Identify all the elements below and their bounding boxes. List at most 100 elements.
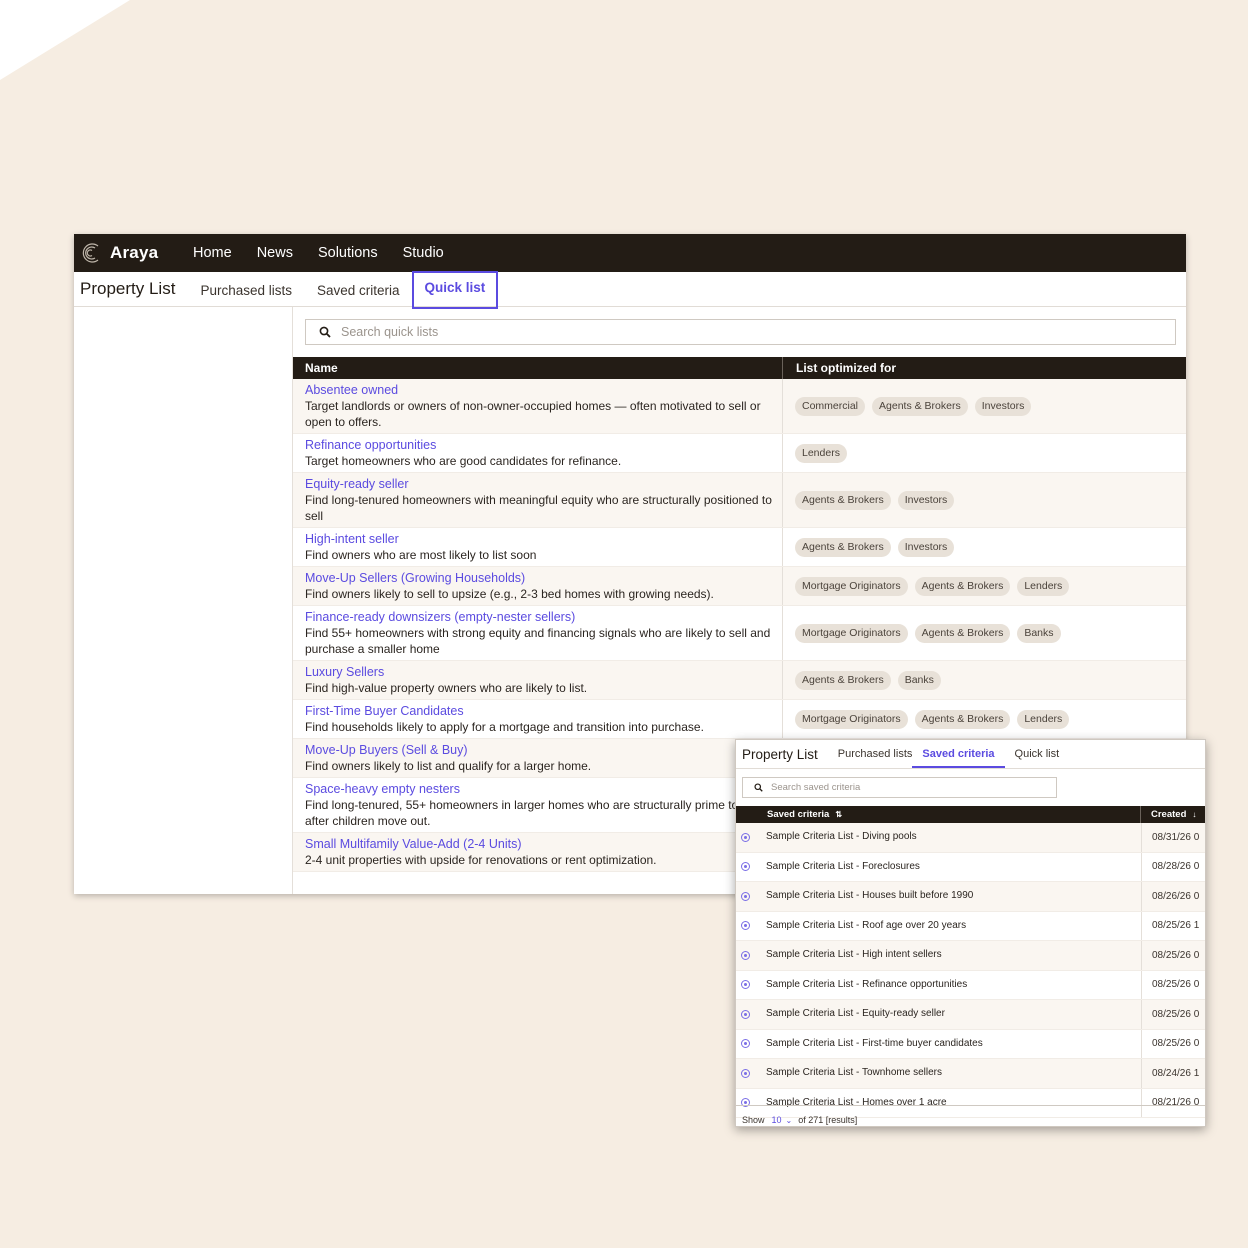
overlay-sub-navigation: Property List Purchased lists Saved crit… bbox=[736, 740, 1205, 769]
cell-tags: Agents & Brokers Investors bbox=[783, 537, 955, 557]
audience-tag: Agents & Brokers bbox=[795, 490, 891, 510]
araya-logo-icon bbox=[82, 243, 99, 263]
row-title-link[interactable]: Small Multifamily Value-Add (2-4 Units) bbox=[305, 837, 774, 852]
created-date: 08/24/26 1 bbox=[1152, 1067, 1200, 1079]
radio-icon[interactable] bbox=[741, 921, 750, 931]
table-row[interactable]: Sample Criteria List - First-time buyer … bbox=[736, 1029, 1205, 1059]
cell-tags: Commercial Agents & Brokers Investors bbox=[783, 396, 1032, 416]
row-title-link[interactable]: Refinance opportunities bbox=[305, 438, 774, 453]
radio-icon[interactable] bbox=[741, 980, 750, 990]
criteria-name[interactable]: Sample Criteria List - Equity-ready sell… bbox=[766, 1000, 1142, 1029]
row-description: Find owners who are most likely to list … bbox=[305, 548, 537, 562]
table-row[interactable]: Sample Criteria List - High intent selle… bbox=[736, 941, 1205, 971]
row-title-link[interactable]: Move-Up Sellers (Growing Households) bbox=[305, 571, 774, 586]
overlay-tab-saved-criteria[interactable]: Saved criteria bbox=[912, 748, 1005, 768]
audience-tag: Banks bbox=[1017, 623, 1061, 643]
created-date: 08/25/26 0 bbox=[1152, 949, 1200, 961]
column-header-saved-criteria-label: Saved criteria bbox=[767, 809, 830, 820]
radio-icon[interactable] bbox=[741, 1068, 750, 1078]
brand-logo[interactable]: Araya bbox=[80, 242, 193, 264]
row-title-link[interactable]: First-Time Buyer Candidates bbox=[305, 704, 774, 719]
show-label: Show bbox=[742, 1115, 765, 1125]
column-header-created-label: Created bbox=[1151, 809, 1187, 820]
radio-icon[interactable] bbox=[741, 1039, 750, 1049]
cell-name: Finance-ready downsizers (empty-nester s… bbox=[293, 606, 783, 660]
saved-criteria-search-input[interactable] bbox=[769, 781, 1053, 794]
table-row[interactable]: Sample Criteria List - Equity-ready sell… bbox=[736, 1000, 1205, 1030]
table-row[interactable]: Move-Up Sellers (Growing Households) Find… bbox=[293, 567, 1186, 606]
quick-list-search[interactable] bbox=[305, 319, 1176, 345]
cell-tags: Lenders bbox=[783, 443, 847, 463]
nav-solutions[interactable]: Solutions bbox=[318, 245, 378, 261]
audience-tag: Commercial bbox=[795, 396, 866, 416]
table-row[interactable]: Equity-ready seller Find long-tenured hom… bbox=[293, 473, 1186, 528]
table-row[interactable]: Luxury Sellers Find high-value property o… bbox=[293, 661, 1186, 700]
cell-name: Refinance opportunities Target homeowners… bbox=[293, 434, 783, 472]
column-header-saved-criteria[interactable]: Saved criteria ⇅ bbox=[736, 806, 1141, 823]
radio-icon[interactable] bbox=[741, 950, 750, 960]
criteria-name[interactable]: Sample Criteria List - Diving pools bbox=[766, 823, 1142, 852]
overlay-table-body: Sample Criteria List - Diving pools 08/31… bbox=[736, 823, 1205, 1118]
criteria-name[interactable]: Sample Criteria List - High intent selle… bbox=[766, 941, 1142, 970]
row-title-link[interactable]: Absentee owned bbox=[305, 383, 774, 398]
audience-tag: Lenders bbox=[795, 443, 847, 463]
row-title-link[interactable]: Finance-ready downsizers (empty-nester s… bbox=[305, 610, 774, 625]
row-title-link[interactable]: Space-heavy empty nesters bbox=[305, 782, 774, 797]
criteria-name[interactable]: Sample Criteria List - Houses built befo… bbox=[766, 882, 1142, 911]
radio-icon[interactable] bbox=[741, 832, 750, 842]
table-row[interactable]: Sample Criteria List - Townhome sellers 0… bbox=[736, 1059, 1205, 1089]
column-header-optimized-for[interactable]: List optimized for bbox=[783, 361, 896, 375]
created-date: 08/26/26 0 bbox=[1152, 890, 1200, 902]
table-row[interactable]: First-Time Buyer Candidates Find househol… bbox=[293, 700, 1186, 739]
criteria-name[interactable]: Sample Criteria List - Foreclosures bbox=[766, 852, 1142, 881]
table-row[interactable]: Sample Criteria List - Refinance opportu… bbox=[736, 970, 1205, 1000]
criteria-name[interactable]: Sample Criteria List - Townhome sellers bbox=[766, 1059, 1142, 1088]
created-date: 08/25/26 0 bbox=[1152, 1038, 1200, 1050]
nav-home[interactable]: Home bbox=[193, 245, 232, 261]
column-header-name[interactable]: Name bbox=[293, 357, 783, 379]
row-title-link[interactable]: Luxury Sellers bbox=[305, 665, 774, 680]
table-row[interactable]: Sample Criteria List - Roof age over 20 … bbox=[736, 911, 1205, 941]
criteria-name[interactable]: Sample Criteria List - First-time buyer … bbox=[766, 1029, 1142, 1058]
table-row[interactable]: Sample Criteria List - Houses built befo… bbox=[736, 882, 1205, 912]
audience-tag: Lenders bbox=[1017, 709, 1070, 729]
audience-tag: Mortgage Originators bbox=[795, 576, 908, 596]
sort-icon[interactable]: ⇅ bbox=[835, 810, 842, 819]
tab-quick-list[interactable]: Quick list bbox=[411, 271, 499, 309]
table-row[interactable]: Sample Criteria List - Diving pools 08/31… bbox=[736, 823, 1205, 853]
left-sidebar bbox=[74, 307, 293, 894]
page-size-select[interactable]: 10 bbox=[772, 1115, 782, 1125]
column-header-created[interactable]: Created ↓ bbox=[1141, 809, 1196, 820]
created-date: 08/25/26 1 bbox=[1152, 920, 1200, 932]
tab-saved-criteria[interactable]: Saved criteria bbox=[317, 283, 412, 306]
cell-name: Absentee owned Target landlords or owners… bbox=[293, 379, 783, 433]
chevron-down-icon[interactable]: ⌄ bbox=[786, 1116, 793, 1125]
criteria-name[interactable]: Sample Criteria List - Refinance opportu… bbox=[766, 970, 1142, 999]
cell-name: Move-Up Buyers (Sell & Buy) Find owners l… bbox=[293, 739, 783, 777]
table-row[interactable]: Sample Criteria List - Foreclosures 08/28… bbox=[736, 852, 1205, 882]
overlay-tab-purchased-lists[interactable]: Purchased lists bbox=[838, 748, 923, 768]
overlay-tab-quick-list[interactable]: Quick list bbox=[1015, 748, 1070, 768]
table-row[interactable]: Absentee owned Target landlords or owners… bbox=[293, 379, 1186, 434]
radio-icon[interactable] bbox=[741, 891, 750, 901]
row-title-link[interactable]: Move-Up Buyers (Sell & Buy) bbox=[305, 743, 774, 758]
nav-news[interactable]: News bbox=[257, 245, 293, 261]
search-input[interactable] bbox=[339, 324, 1143, 340]
table-row[interactable]: Refinance opportunities Target homeowners… bbox=[293, 434, 1186, 473]
audience-tag: Agents & Brokers bbox=[914, 576, 1011, 596]
nav-studio[interactable]: Studio bbox=[403, 245, 444, 261]
radio-icon[interactable] bbox=[741, 1009, 750, 1019]
criteria-name[interactable]: Sample Criteria List - Roof age over 20 … bbox=[766, 911, 1142, 940]
audience-tag: Investors bbox=[974, 396, 1032, 416]
tab-purchased-lists[interactable]: Purchased lists bbox=[200, 283, 304, 306]
radio-icon[interactable] bbox=[741, 862, 750, 872]
row-title-link[interactable]: High-intent seller bbox=[305, 532, 774, 547]
cell-name: Luxury Sellers Find high-value property o… bbox=[293, 661, 783, 699]
table-header: Name List optimized for bbox=[293, 357, 1186, 379]
table-row[interactable]: Finance-ready downsizers (empty-nester s… bbox=[293, 606, 1186, 661]
table-row[interactable]: High-intent seller Find owners who are mo… bbox=[293, 528, 1186, 567]
row-title-link[interactable]: Equity-ready seller bbox=[305, 477, 774, 492]
sort-descending-icon[interactable]: ↓ bbox=[1192, 810, 1196, 819]
saved-criteria-search[interactable] bbox=[742, 777, 1057, 798]
cell-name: Move-Up Sellers (Growing Households) Find… bbox=[293, 567, 783, 605]
